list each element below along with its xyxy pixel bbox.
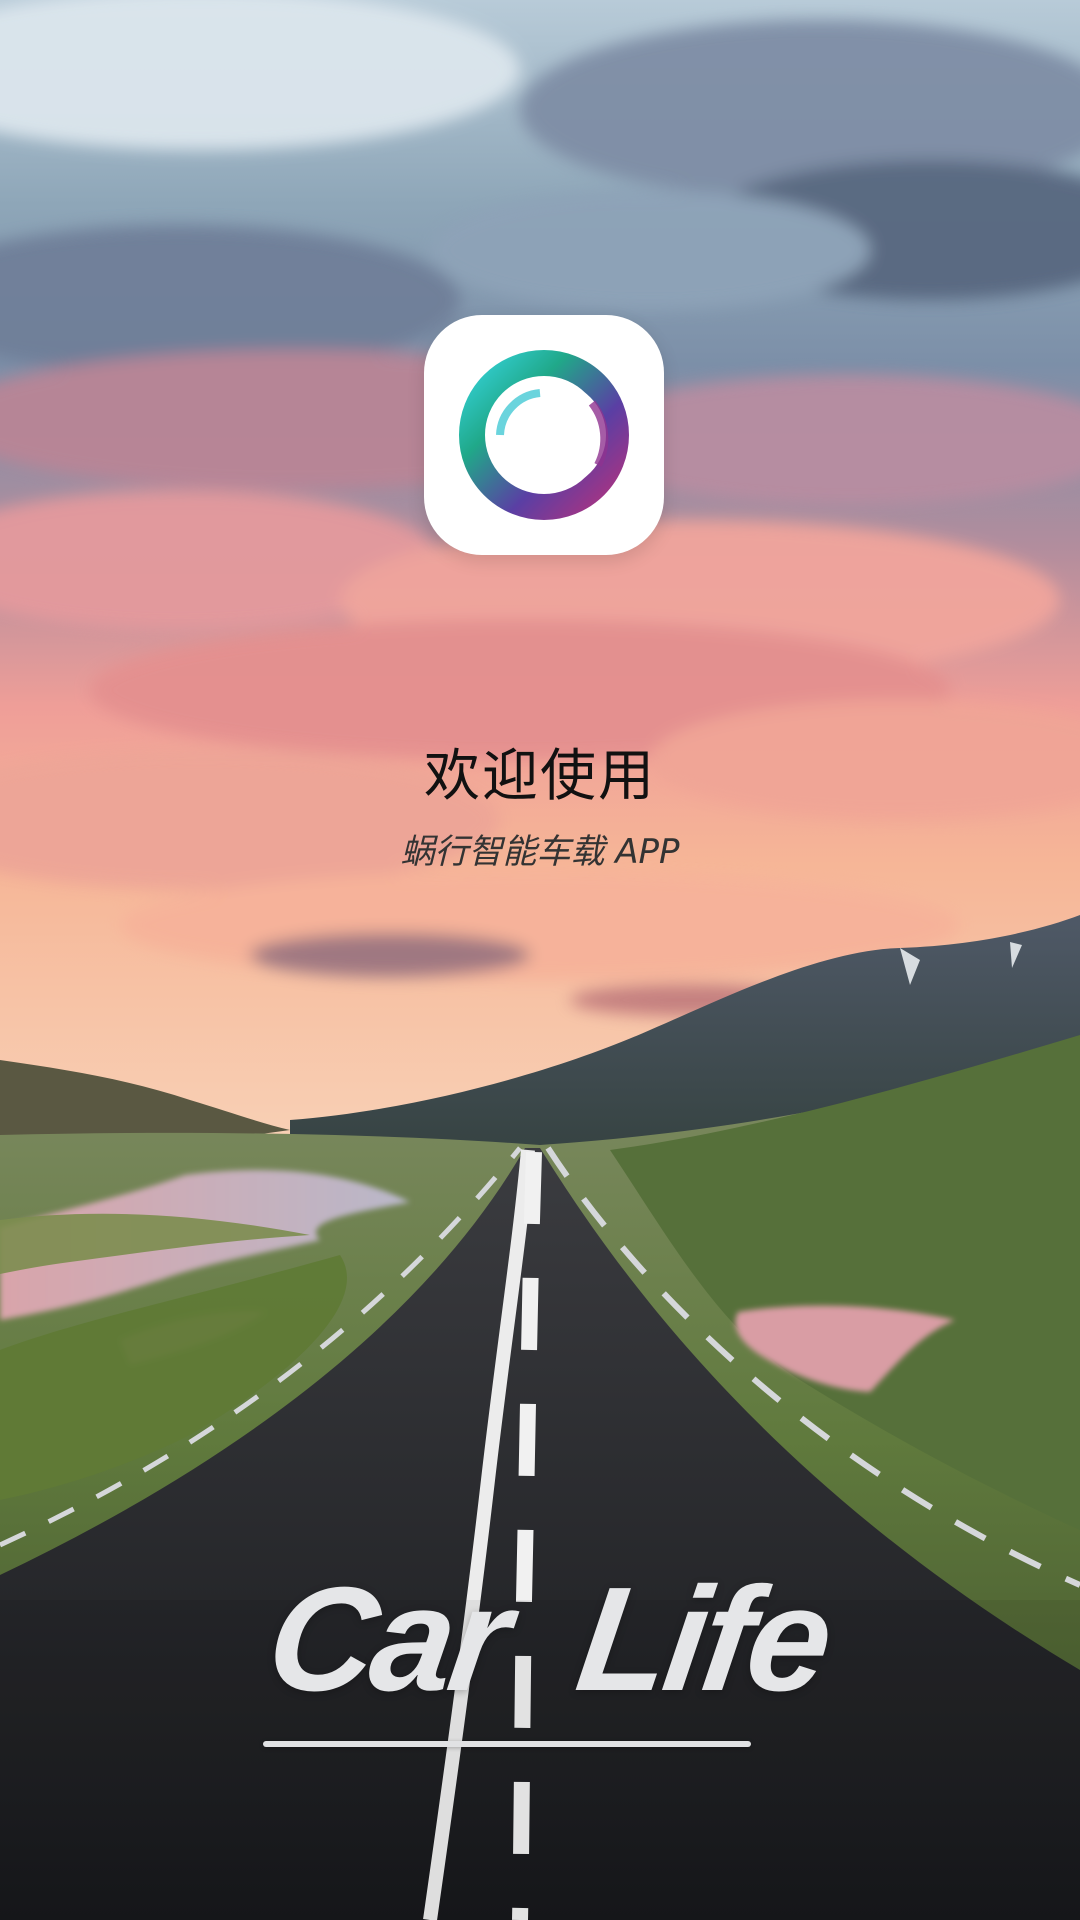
- brand-underline: [263, 1741, 751, 1747]
- brand-word-life: Life: [568, 1557, 839, 1722]
- splash-screen: 欢迎使用 蜗行智能车载 APP Car Life: [0, 0, 1080, 1920]
- brand-word-car: Car: [258, 1557, 517, 1722]
- welcome-subtitle: 蜗行智能车载 APP: [400, 832, 680, 872]
- app-icon: [424, 315, 664, 555]
- welcome-title: 欢迎使用: [424, 744, 656, 809]
- car-life-wordmark: Car Life: [258, 1557, 839, 1747]
- circular-ring-logo-icon: [459, 350, 629, 520]
